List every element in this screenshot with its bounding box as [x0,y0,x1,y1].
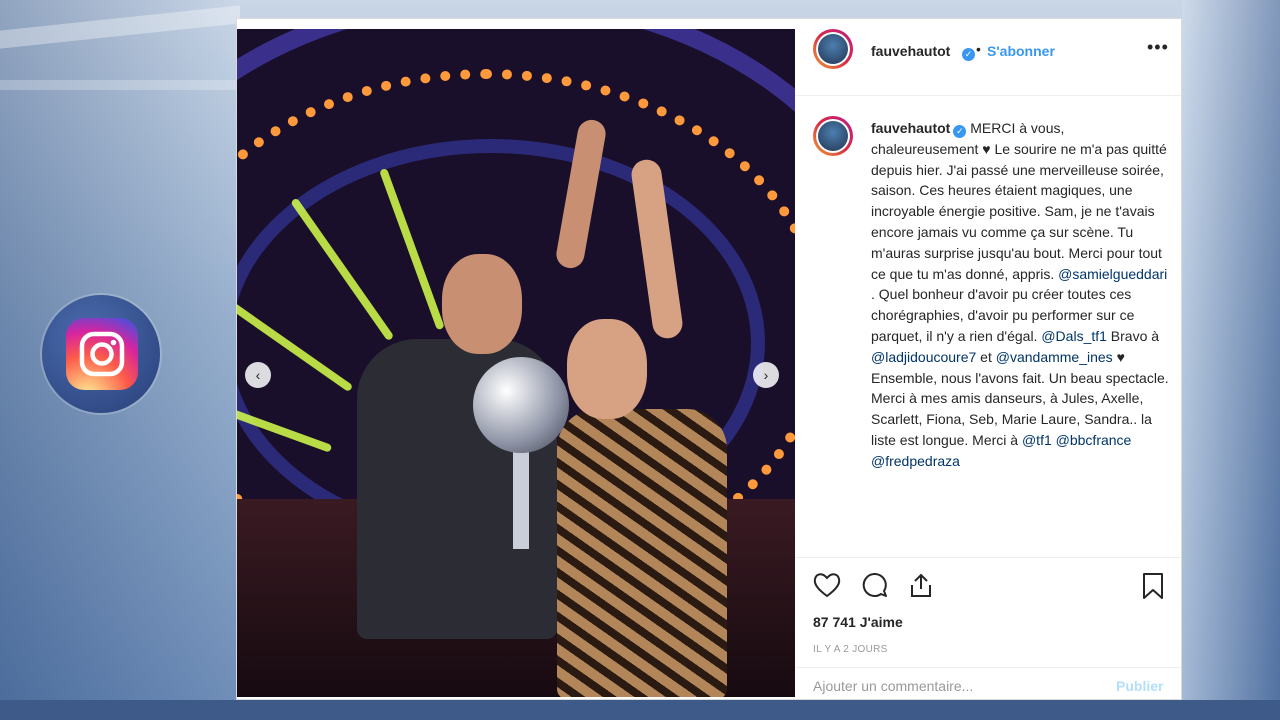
verified-badge-icon: ✓ [959,43,975,61]
instagram-post-card: ‹ › fauvehautot ✓ • S'abonner ••• fauveh… [236,18,1182,700]
male-dancer-head [442,254,522,354]
bookmark-icon[interactable] [1141,572,1165,600]
mention-link[interactable]: @vandamme_ines [996,349,1113,365]
instagram-icon [66,318,138,390]
post-actions-bar [795,557,1181,618]
mention-link[interactable]: @ladjidoucoure7 [871,349,976,365]
heart-icon[interactable] [813,572,841,598]
publish-button[interactable]: Publier [1116,678,1163,694]
post-timestamp[interactable]: IL Y A 2 JOURS [813,644,888,655]
caption-username-link[interactable]: fauvehautot [871,120,950,136]
comment-bar: Ajouter un commentaire... Publier [795,667,1181,701]
female-dancer [557,409,727,697]
background-bottom-strip [0,700,1280,720]
post-header: fauvehautot ✓ • S'abonner ••• [795,19,1181,96]
background-right-panel [1182,0,1280,720]
caption-segment: et [976,348,996,365]
caption-segment: MERCI à vous, chaleureusement ♥ Le souri… [871,120,1167,282]
comment-icon[interactable] [860,572,888,598]
username-link[interactable]: fauvehautot [871,43,950,59]
verified-badge-icon: ✓ [953,125,967,138]
more-options-icon[interactable]: ••• [1147,37,1169,58]
carousel-next-button[interactable]: › [753,362,779,388]
likes-count[interactable]: 87 741 J'aime [813,614,903,630]
mirror-ball-trophy [473,357,569,453]
comment-input[interactable]: Ajouter un commentaire... [813,678,973,694]
mention-link[interactable]: @fredpedraza [871,453,960,469]
avatar[interactable] [813,116,853,156]
trophy-stem [513,449,529,549]
post-side-pane: fauvehautot ✓ • S'abonner ••• fauvehauto… [795,19,1181,699]
mention-link[interactable]: @samielgueddari [1058,266,1167,282]
caption-text: fauvehautot ✓ MERCI à vous, chaleureuseme… [871,118,1171,472]
separator-dot: • [976,41,981,57]
caption-segment: Bravo à [1106,327,1160,344]
mention-link[interactable]: @bbcfrance [1056,432,1132,448]
female-dancer-head [567,319,647,419]
carousel-prev-button[interactable]: ‹ [245,362,271,388]
post-photo: ‹ › [237,29,795,697]
follow-button[interactable]: S'abonner [987,43,1055,59]
avatar[interactable] [813,29,853,69]
mention-link[interactable]: @Dals_tf1 [1041,328,1107,344]
post-caption: fauvehautot ✓ MERCI à vous, chaleureuseme… [795,114,1181,554]
share-icon[interactable] [907,572,935,598]
background-beam [0,80,240,90]
mention-link[interactable]: @tf1 [1022,432,1052,448]
